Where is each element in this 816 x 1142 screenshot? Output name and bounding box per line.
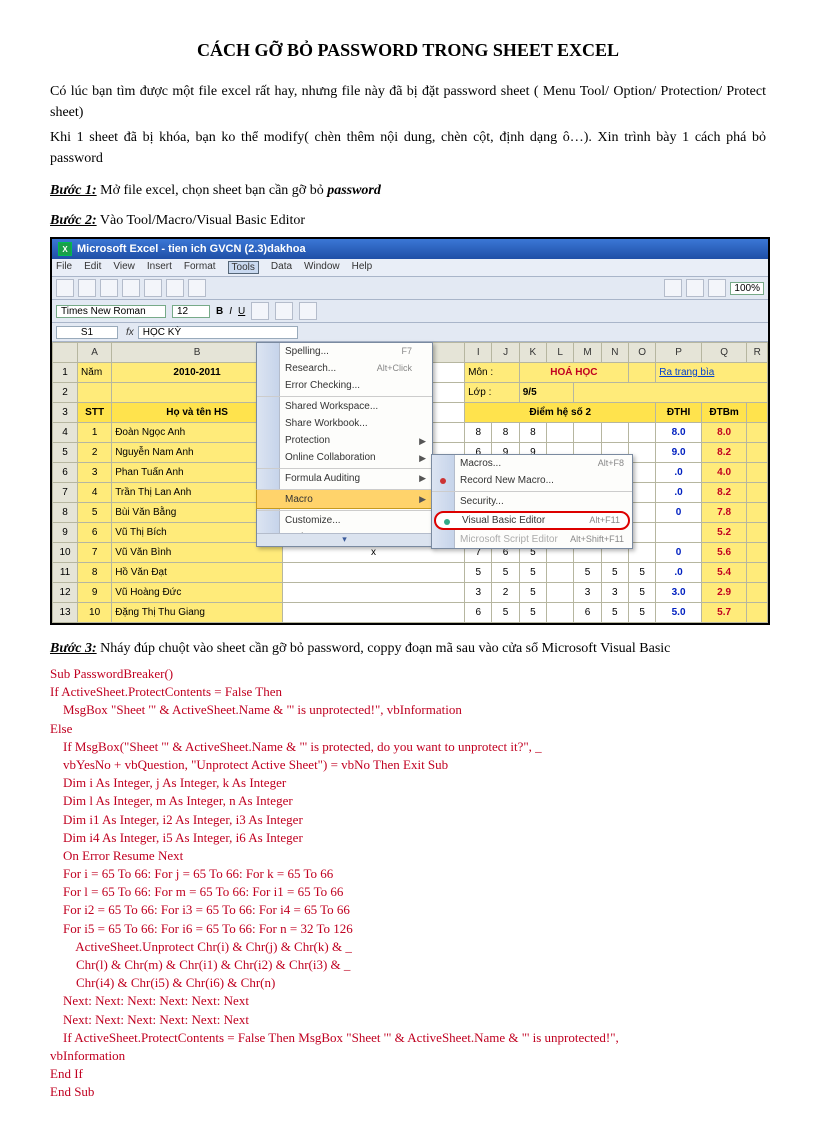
paste-icon[interactable] xyxy=(188,279,206,297)
menu-item[interactable]: Customize... xyxy=(257,510,432,529)
step-1: Bước 1: Mở file excel, chọn sheet bạn cầ… xyxy=(50,183,766,199)
corner-cell[interactable] xyxy=(53,343,78,363)
fx-icon[interactable]: fx xyxy=(126,327,134,338)
step-3: Bước 3: Nháy đúp chuột vào sheet cần gỡ … xyxy=(50,641,766,657)
intro-paragraph-1: Có lúc bạn tìm được một file excel rất h… xyxy=(50,81,766,123)
underline-icon[interactable]: U xyxy=(238,306,245,317)
menu-item[interactable]: Macros...Alt+F8 xyxy=(432,455,632,472)
menu-item[interactable]: Shared Workspace... xyxy=(257,396,432,415)
align-left-icon[interactable] xyxy=(251,302,269,320)
menu-item: Microsoft Script EditorAlt+Shift+F11 xyxy=(432,531,632,548)
step-3-text: Nháy đúp chuột vào sheet cần gỡ bỏ passw… xyxy=(97,641,671,656)
menu-format[interactable]: Format xyxy=(184,261,216,274)
step-2-label: Bước 2: xyxy=(50,213,97,228)
page-title: CÁCH GỠ BỎ PASSWORD TRONG SHEET EXCEL xyxy=(50,40,766,61)
step-3-label: Bước 3: xyxy=(50,641,97,656)
titlebar: X Microsoft Excel - tien ich GVCN (2.3)d… xyxy=(52,239,768,259)
menu-window[interactable]: Window xyxy=(304,261,340,274)
fontsize-select[interactable]: 12 xyxy=(172,305,210,318)
submenu-arrow-icon: ▶ xyxy=(419,453,426,464)
window-title: Microsoft Excel - tien ich GVCN (2.3)dak… xyxy=(77,243,306,255)
menu-item[interactable]: Online Collaboration▶ xyxy=(257,449,432,466)
submenu-arrow-icon: ▶ xyxy=(419,473,426,484)
bullet-icon xyxy=(440,478,446,484)
cut-icon[interactable] xyxy=(144,279,162,297)
menu-item[interactable]: Research...Alt+Click xyxy=(257,360,432,377)
menu-tools[interactable]: Tools xyxy=(228,261,259,274)
font-select[interactable]: Times New Roman xyxy=(56,305,166,318)
chart-icon[interactable] xyxy=(708,279,726,297)
menu-edit[interactable]: Edit xyxy=(84,261,101,274)
submenu-arrow-icon: ▶ xyxy=(419,494,426,505)
link-ra-trang-bia[interactable]: Ra trang bìa xyxy=(656,363,768,383)
formula-bar[interactable]: HỌC KỲ xyxy=(138,326,298,339)
step-1-label: Bước 1: xyxy=(50,183,97,198)
save-icon[interactable] xyxy=(100,279,118,297)
menu-help[interactable]: Help xyxy=(352,261,373,274)
menu-view[interactable]: View xyxy=(113,261,135,274)
open-icon[interactable] xyxy=(78,279,96,297)
intro-paragraph-2: Khi 1 sheet đã bị khóa, bạn ko thể modif… xyxy=(50,127,766,169)
menu-insert[interactable]: Insert xyxy=(147,261,172,274)
excel-screenshot: X Microsoft Excel - tien ich GVCN (2.3)d… xyxy=(50,237,770,625)
excel-icon: X xyxy=(58,242,72,256)
vba-code-block: Sub PasswordBreaker() If ActiveSheet.Pro… xyxy=(50,665,766,1102)
sort-icon[interactable] xyxy=(686,279,704,297)
print-icon[interactable] xyxy=(122,279,140,297)
name-box-row: S1 fx HỌC KỲ xyxy=(52,323,768,342)
menu-item[interactable]: Formula Auditing▶ xyxy=(257,468,432,487)
menubar[interactable]: File Edit View Insert Format Tools Data … xyxy=(52,259,768,277)
expand-icon[interactable]: ▾ xyxy=(257,533,432,546)
bullet-icon xyxy=(444,519,450,525)
copy-icon[interactable] xyxy=(166,279,184,297)
menu-item[interactable]: Error Checking... xyxy=(257,377,432,394)
bold-icon[interactable]: B xyxy=(216,306,223,317)
table-row[interactable]: 11 8 Hồ Văn Đạt 555 555 .05.4 xyxy=(53,563,768,583)
menu-item[interactable]: Macro▶ xyxy=(256,489,433,509)
tools-menu-dropdown[interactable]: Spelling...F7Research...Alt+ClickError C… xyxy=(256,342,433,547)
menu-item[interactable]: Security... xyxy=(432,491,632,510)
italic-icon[interactable]: I xyxy=(229,306,232,317)
menu-item[interactable]: Spelling...F7 xyxy=(257,343,432,360)
zoom-select[interactable]: 100% xyxy=(730,282,764,295)
step-1-bold: password xyxy=(327,183,381,198)
step-2-text: Vào Tool/Macro/Visual Basic Editor xyxy=(97,213,305,228)
table-row[interactable]: 13 10 Đặng Thị Thu Giang 655 655 5.05.7 xyxy=(53,603,768,623)
step-1-text: Mở file excel, chọn sheet bạn cần gỡ bỏ xyxy=(97,183,328,198)
menu-file[interactable]: File xyxy=(56,261,72,274)
name-box[interactable]: S1 xyxy=(56,326,118,339)
align-center-icon[interactable] xyxy=(275,302,293,320)
sum-icon[interactable] xyxy=(664,279,682,297)
step-2: Bước 2: Vào Tool/Macro/Visual Basic Edit… xyxy=(50,213,766,229)
formatting-toolbar[interactable]: Times New Roman 12 B I U xyxy=(52,300,768,323)
menu-item[interactable]: Record New Macro... xyxy=(432,472,632,489)
new-icon[interactable] xyxy=(56,279,74,297)
menu-item-visual-basic-editor[interactable]: Visual Basic EditorAlt+F11 xyxy=(434,511,630,530)
menu-data[interactable]: Data xyxy=(271,261,292,274)
submenu-arrow-icon: ▶ xyxy=(419,436,426,447)
menu-item[interactable]: Share Workbook... xyxy=(257,415,432,432)
table-row[interactable]: 12 9 Vũ Hoàng Đức 325 335 3.02.9 xyxy=(53,583,768,603)
macro-submenu[interactable]: Macros...Alt+F8Record New Macro... Securi… xyxy=(431,454,633,549)
menu-item[interactable]: Protection▶ xyxy=(257,432,432,449)
standard-toolbar[interactable]: 100% xyxy=(52,277,768,300)
fill-color-icon[interactable] xyxy=(299,302,317,320)
